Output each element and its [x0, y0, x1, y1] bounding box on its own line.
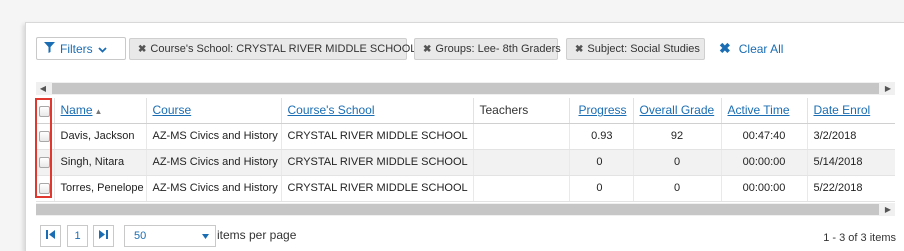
row-checkbox[interactable] [39, 130, 51, 142]
dropdown-arrow-icon [202, 230, 209, 242]
top-horizontal-scrollbar[interactable]: ◀ ▶ [36, 82, 895, 95]
cell-school: CRYSTAL RIVER MIDDLE SCHOOL [280, 175, 473, 202]
row-checkbox[interactable] [39, 182, 51, 194]
column-header-course[interactable]: Course [145, 98, 281, 124]
cell-school: CRYSTAL RIVER MIDDLE SCHOOL [280, 149, 473, 176]
cell-course: AZ-MS Civics and History [145, 123, 281, 150]
filter-chip-groups[interactable]: ✖ Groups: Lee- 8th Graders [414, 38, 561, 60]
table-row[interactable]: Singh, Nitara AZ-MS Civics and History C… [36, 149, 895, 176]
column-header-school[interactable]: Course's School [280, 98, 473, 124]
row-checkbox[interactable] [39, 156, 51, 168]
cell-date-enrolled: 5/14/2018 [806, 149, 895, 176]
last-page-button[interactable] [93, 225, 114, 247]
remove-chip-icon[interactable]: ✖ [138, 44, 146, 55]
cell-grade: 92 [632, 123, 721, 150]
column-header-date-enrolled[interactable]: Date Enrol [806, 98, 895, 124]
table-header-row: Name ▲ Course Course's School Teachers Pr… [36, 98, 895, 124]
page-size-label: items per page [217, 228, 297, 242]
column-header-active-time[interactable]: Active Time [720, 98, 807, 124]
bottom-horizontal-scrollbar[interactable]: ▶ [36, 203, 895, 216]
remove-chip-icon[interactable]: ✖ [575, 44, 583, 55]
sort-ascending-icon: ▲ [94, 107, 103, 117]
scrollbar-thumb[interactable] [52, 83, 879, 94]
select-all-cell [36, 98, 54, 124]
filters-label: Filters [60, 41, 93, 56]
scroll-right-icon[interactable]: ▶ [881, 82, 895, 95]
page-size-select[interactable]: 50 [124, 225, 216, 247]
cell-teachers [472, 149, 569, 176]
cell-active-time: 00:00:00 [720, 175, 807, 202]
filter-chip-school[interactable]: ✖ Course's School: CRYSTAL RIVER MIDDLE … [129, 38, 416, 60]
close-icon: ✖ [719, 40, 731, 56]
cell-name: Davis, Jackson [53, 123, 146, 150]
filter-chip-subject[interactable]: ✖ Subject: Social Studies [566, 38, 705, 60]
page-size-value: 50 [134, 230, 147, 242]
cell-progress: 0 [568, 149, 633, 176]
pager-range-info: 1 - 3 of 3 items [823, 232, 896, 244]
cell-teachers [472, 123, 569, 150]
table-row[interactable]: Davis, Jackson AZ-MS Civics and History … [36, 123, 895, 150]
filter-chip-label: Course's School: CRYSTAL RIVER MIDDLE SC… [150, 43, 417, 55]
column-header-teachers: Teachers [472, 98, 569, 124]
filter-chip-label: Groups: Lee- 8th Graders [435, 43, 561, 55]
cell-date-enrolled: 5/22/2018 [806, 175, 895, 202]
cell-school: CRYSTAL RIVER MIDDLE SCHOOL [280, 123, 473, 150]
clear-all-link[interactable]: ✖ Clear All [719, 40, 783, 57]
cell-course: AZ-MS Civics and History [145, 175, 281, 202]
first-page-button[interactable] [40, 225, 61, 247]
funnel-icon [44, 41, 55, 56]
filters-button[interactable]: Filters [36, 37, 126, 60]
row-select-cell [36, 123, 54, 150]
row-select-cell [36, 149, 54, 176]
remove-chip-icon[interactable]: ✖ [423, 44, 431, 55]
column-header-progress[interactable]: Progress [568, 98, 633, 124]
last-page-icon [99, 230, 108, 242]
first-page-icon [46, 230, 55, 242]
select-all-checkbox[interactable] [39, 105, 51, 117]
cell-date-enrolled: 3/2/2018 [806, 123, 895, 150]
students-table: Name ▲ Course Course's School Teachers Pr… [36, 98, 895, 202]
column-header-grade[interactable]: Overall Grade [632, 98, 721, 124]
cell-name: Singh, Nitara [53, 149, 146, 176]
cell-course: AZ-MS Civics and History [145, 149, 281, 176]
chevron-down-icon [98, 42, 107, 56]
column-header-name[interactable]: Name ▲ [53, 98, 146, 124]
scrollbar-thumb[interactable] [36, 204, 879, 215]
cell-active-time: 00:00:00 [720, 149, 807, 176]
row-select-cell [36, 175, 54, 202]
scroll-left-icon[interactable]: ◀ [36, 82, 50, 95]
cell-name: Torres, Penelope [53, 175, 146, 202]
cell-grade: 0 [632, 175, 721, 202]
cell-progress: 0.93 [568, 123, 633, 150]
page-number-button[interactable]: 1 [67, 225, 88, 247]
scroll-right-icon[interactable]: ▶ [881, 203, 895, 216]
cell-active-time: 00:47:40 [720, 123, 807, 150]
cell-grade: 0 [632, 149, 721, 176]
cell-teachers [472, 175, 569, 202]
clear-all-label: Clear All [738, 41, 784, 56]
cell-progress: 0 [568, 175, 633, 202]
filter-chip-label: Subject: Social Studies [587, 43, 700, 55]
table-row[interactable]: Torres, Penelope AZ-MS Civics and Histor… [36, 175, 895, 202]
grid-panel: Filters ✖ Course's School: CRYSTAL RIVER… [25, 22, 904, 251]
